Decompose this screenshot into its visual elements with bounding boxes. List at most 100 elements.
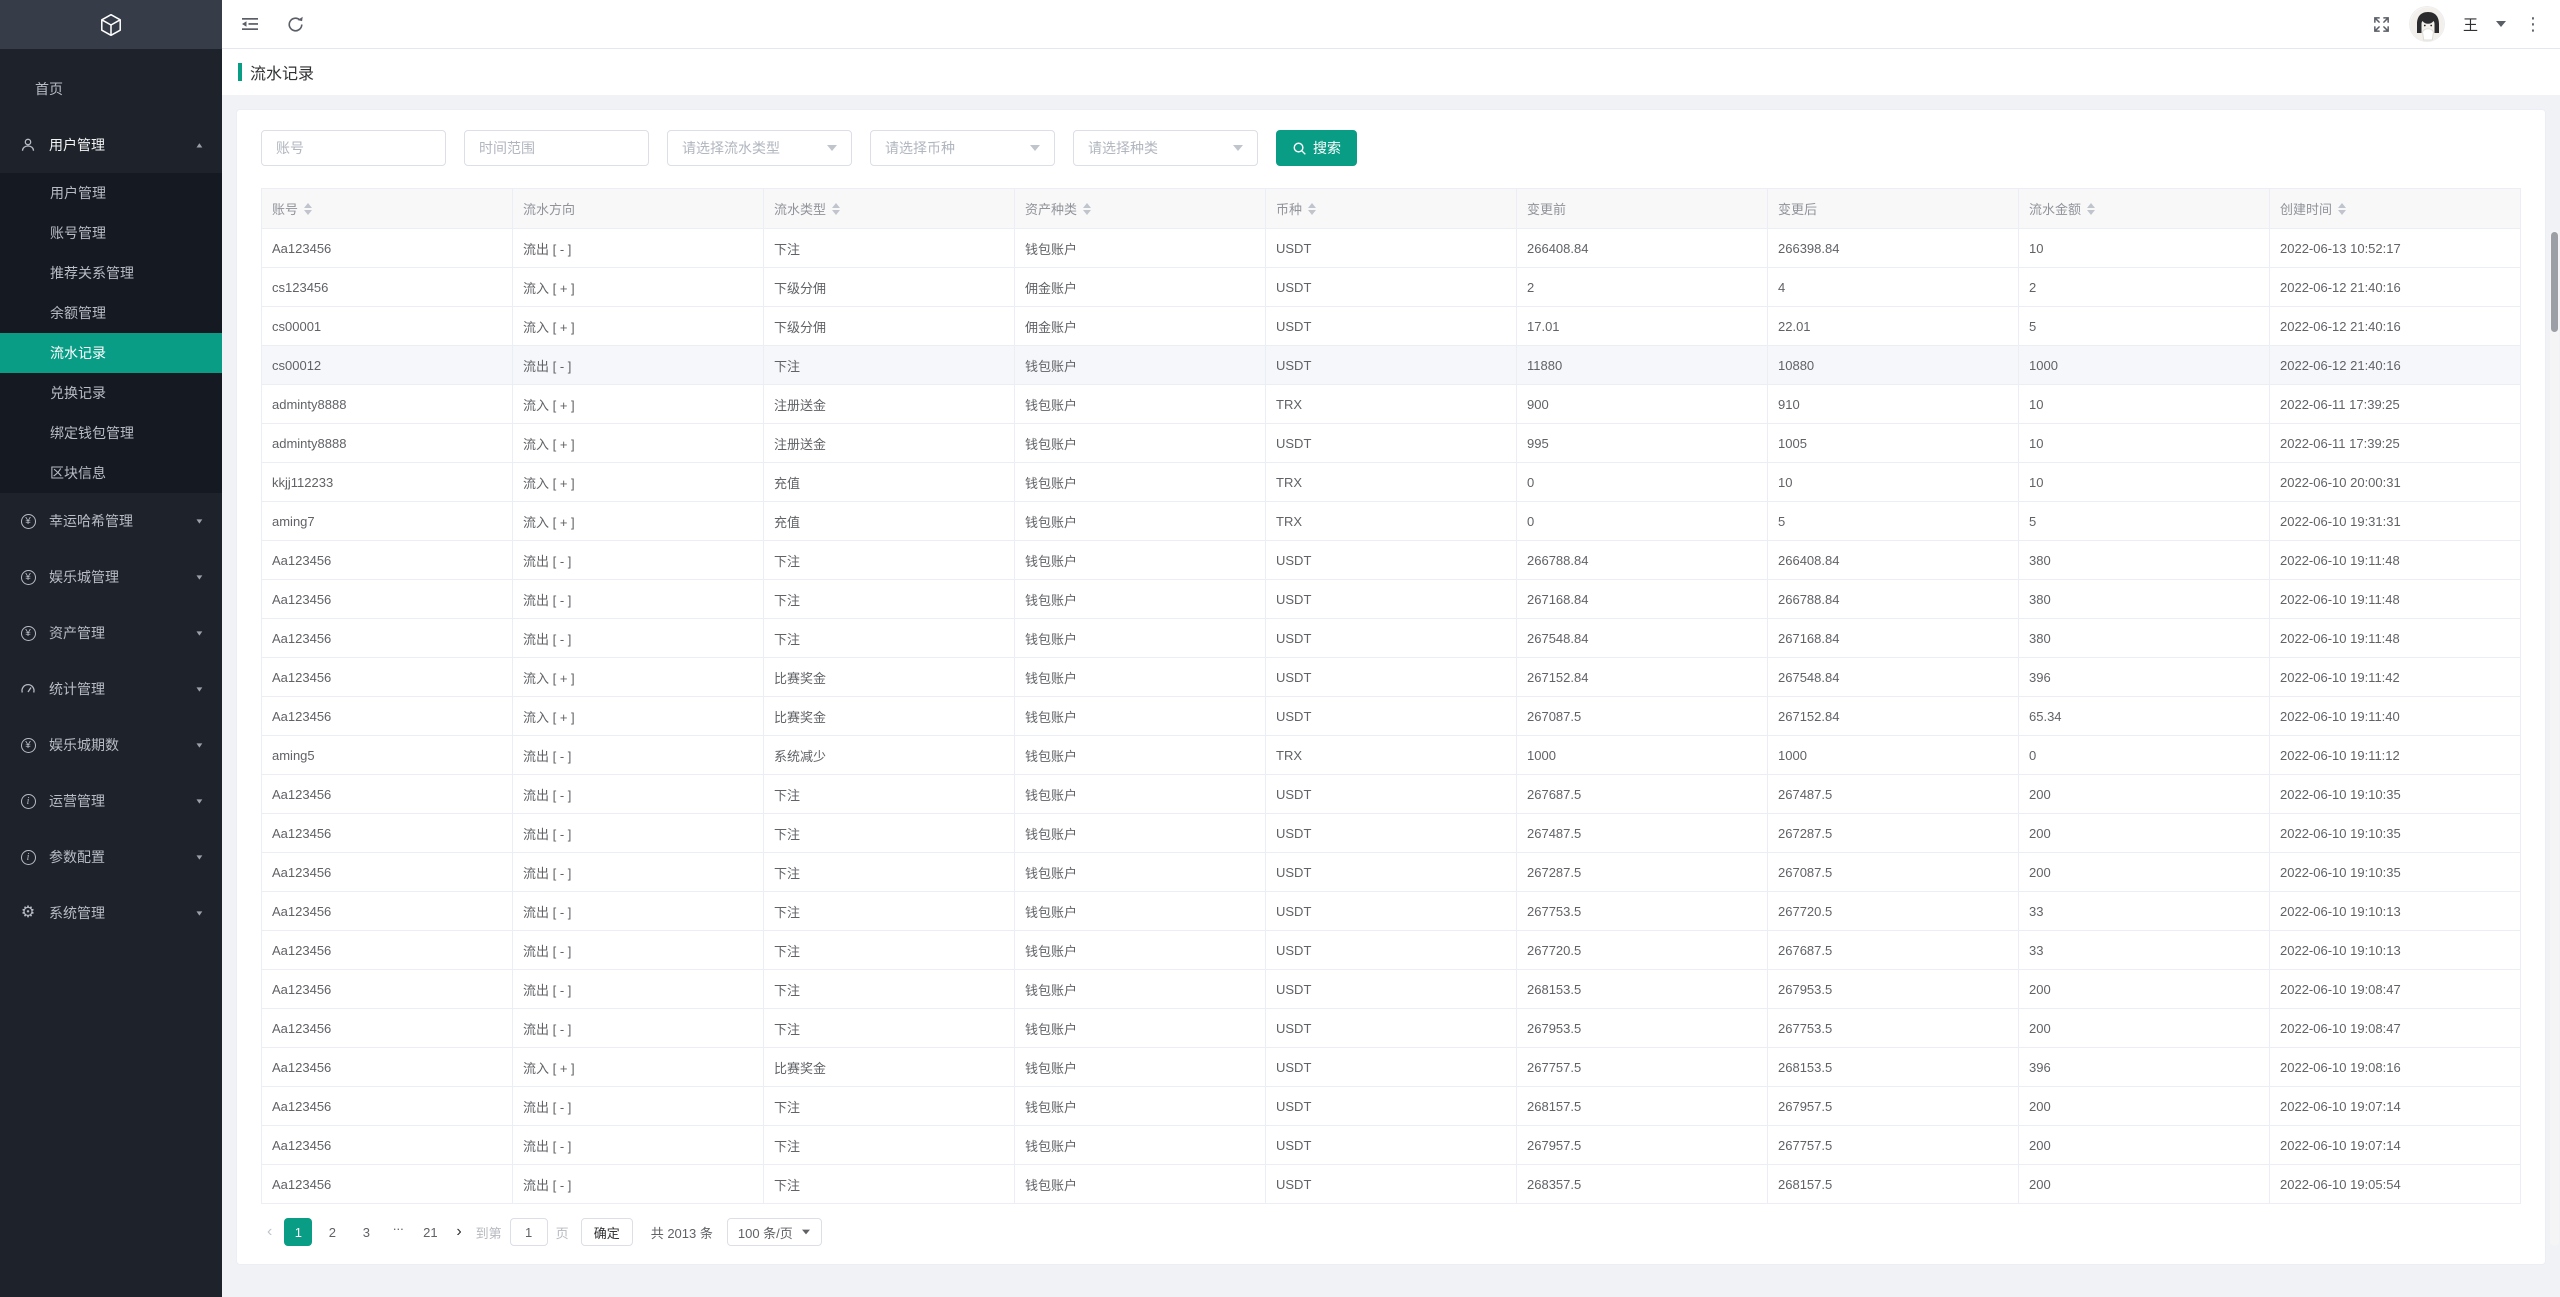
sort-icon[interactable] [1308,202,1317,215]
avatar[interactable] [2408,6,2445,42]
table-row: Aa123456 流出 [ - ] 下注 钱包账户 USDT 267753.5 267720… [261,891,2521,931]
sidebar-item-account-management[interactable]: 账号管理 [0,213,222,253]
column-header-inner: 流水金额 [2029,199,2259,218]
currency-select[interactable]: 请选择币种 [870,130,1055,166]
chevron-down-icon: ▼ [194,909,205,917]
column-header-currency[interactable]: 币种 [1265,188,1517,229]
sidebar-item-casino-management[interactable]: ¥ 娱乐城管理 ▼ [0,549,222,605]
sidebar-item-user-management[interactable]: 用户管理 ▲ [0,117,222,173]
jump-page-input[interactable] [509,1218,548,1246]
column-header-account[interactable]: 账号 [261,188,513,229]
vertical-scrollbar [2550,230,2559,1246]
chevron-down-icon: ▼ [194,685,205,693]
column-header-flow-type[interactable]: 流水类型 [763,188,1015,229]
cell-created-at: 2022-06-10 20:00:31 [2269,462,2521,502]
cell-after: 1005 [1767,423,2019,463]
cell-account: Aa123456 [261,540,513,580]
cell-account: cs00001 [261,306,513,346]
sidebar-item-referral-management[interactable]: 推荐关系管理 [0,253,222,293]
records-table: 账号 流水方向 流水类型 资产种类 币种 变更前 变更后 流水金额 创建时间 Aa123456 流… [261,188,2521,1204]
sort-icon[interactable] [304,202,313,215]
page-size-select[interactable]: 100 条/页 [726,1218,822,1246]
category-select[interactable]: 请选择种类 [1073,130,1258,166]
cell-before: 2 [1516,267,1768,307]
page-header: 流水记录 [222,49,2560,95]
time-range-input[interactable] [464,130,649,166]
cell-direction: 流出 [ - ] [512,891,764,931]
chevron-down-icon [1030,145,1040,151]
page-number-21[interactable]: 21 [416,1218,444,1246]
account-input[interactable] [261,130,446,166]
page-number-3[interactable]: 3 [352,1218,380,1246]
sidebar-item-label: 首页 [35,81,63,97]
sort-icon[interactable] [2087,202,2096,215]
page-number-2[interactable]: 2 [318,1218,346,1246]
column-header-asset-type[interactable]: 资产种类 [1014,188,1266,229]
column-header-created-at[interactable]: 创建时间 [2269,188,2521,229]
content: 请选择流水类型 请选择币种 请选择种类 [222,95,2560,1279]
sidebar-item-label: 娱乐城管理 [49,569,119,585]
sidebar-item-system-management[interactable]: ⚙ 系统管理 ▼ [0,885,222,941]
sort-icon[interactable] [1083,202,1092,215]
sidebar-item-flow-records[interactable]: 流水记录 [0,333,222,373]
sidebar-item-label: 娱乐城期数 [49,737,119,753]
sidebar-item-statistics-management[interactable]: 统计管理 ▼ [0,661,222,717]
sidebar-item-operations-management[interactable]: i 运营管理 ▼ [0,773,222,829]
refresh-icon[interactable] [286,15,305,34]
confirm-button[interactable]: 确定 [580,1218,633,1246]
next-page-icon[interactable]: › [450,1223,467,1241]
sidebar-item-label: 区块信息 [50,465,106,481]
cell-currency: USDT [1265,228,1517,268]
cell-asset-type: 钱包账户 [1014,891,1266,931]
table-row: cs123456 流入 [ + ] 下级分佣 佣金账户 USDT 2 4 2 2022-06-1… [261,267,2521,307]
cell-currency: USDT [1265,930,1517,970]
sort-icon[interactable] [832,202,841,215]
cell-flow-type: 下级分佣 [763,306,1015,346]
user-menu-caret-icon[interactable] [2496,21,2506,27]
cell-amount: 65.34 [2018,696,2270,736]
column-label: 流水金额 [2029,202,2082,217]
cell-flow-type: 比赛奖金 [763,657,1015,697]
sort-icon[interactable] [2338,202,2347,215]
cell-currency: USDT [1265,1125,1517,1165]
scrollbar-thumb[interactable] [2551,232,2558,332]
cell-flow-type: 下注 [763,579,1015,619]
page-number-1[interactable]: 1 [284,1218,313,1246]
cell-currency: USDT [1265,696,1517,736]
cell-created-at: 2022-06-10 19:08:47 [2269,1008,2521,1048]
cell-created-at: 2022-06-10 19:11:40 [2269,696,2521,736]
sidebar-item-user-management-sub[interactable]: 用户管理 [0,173,222,213]
sidebar-item-wallet-binding[interactable]: 绑定钱包管理 [0,413,222,453]
sidebar-item-balance-management[interactable]: 余额管理 [0,293,222,333]
cell-direction: 流出 [ - ] [512,930,764,970]
cell-flow-type: 比赛奖金 [763,1047,1015,1087]
sidebar-item-block-info[interactable]: 区块信息 [0,453,222,493]
cell-direction: 流入 [ + ] [512,423,764,463]
cell-currency: USDT [1265,1164,1517,1204]
cell-asset-type: 钱包账户 [1014,657,1266,697]
collapse-sidebar-icon[interactable] [240,14,260,34]
search-button[interactable]: 搜索 [1276,130,1357,166]
cell-direction: 流入 [ + ] [512,462,764,502]
cell-currency: USDT [1265,852,1517,892]
column-header-amount[interactable]: 流水金额 [2018,188,2270,229]
column-header-inner: 流水类型 [774,199,1004,218]
flow-type-select[interactable]: 请选择流水类型 [667,130,852,166]
table-row: Aa123456 流出 [ - ] 下注 钱包账户 USDT 266788.84 26640… [261,540,2521,580]
sidebar-item-parameter-config[interactable]: i 参数配置 ▼ [0,829,222,885]
cell-currency: USDT [1265,540,1517,580]
fullscreen-icon[interactable] [2372,15,2391,34]
sidebar-item-exchange-records[interactable]: 兑换记录 [0,373,222,413]
sidebar-item-home[interactable]: 首页 [0,61,222,117]
cell-after: 266788.84 [1767,579,2019,619]
more-menu-icon[interactable]: ⋮ [2524,15,2542,33]
cell-after: 22.01 [1767,306,2019,346]
cell-created-at: 2022-06-10 19:31:31 [2269,501,2521,541]
cell-before: 1000 [1516,735,1768,775]
sidebar-item-lucky-hash-management[interactable]: ¥ 幸运哈希管理 ▼ [0,493,222,549]
prev-page-icon[interactable]: ‹ [261,1223,278,1241]
sidebar-item-asset-management[interactable]: ¥ 资产管理 ▼ [0,605,222,661]
jump-prefix-label: 到第 [475,1225,502,1241]
sidebar-item-casino-periods[interactable]: ¥ 娱乐城期数 ▼ [0,717,222,773]
cell-flow-type: 比赛奖金 [763,696,1015,736]
